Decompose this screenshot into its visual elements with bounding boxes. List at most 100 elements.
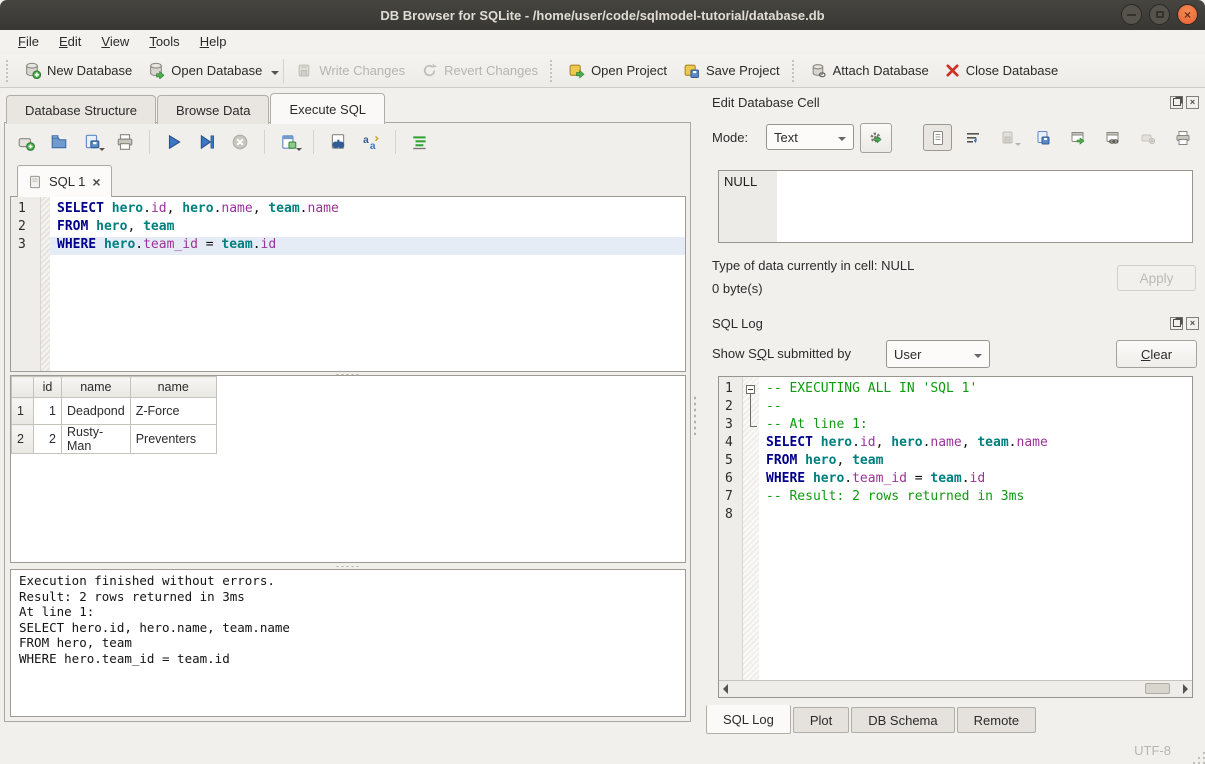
sql-tab-label: SQL 1 — [49, 174, 85, 189]
svg-text:a: a — [363, 135, 369, 146]
toolbar-handle[interactable] — [550, 60, 556, 82]
open-sql-file-button[interactable] — [46, 129, 72, 155]
cell-team-name[interactable]: Preventers — [130, 425, 216, 454]
log-filter-label: Show SQL submitted by — [712, 346, 851, 361]
text-mode-button[interactable] — [923, 124, 952, 151]
minimize-button[interactable] — [1121, 4, 1142, 25]
execute-line-button[interactable] — [194, 129, 220, 155]
attach-database-button[interactable]: Attach Database — [802, 58, 937, 83]
sql-document-tab[interactable]: SQL 1 × — [17, 165, 112, 197]
clear-log-button[interactable]: Clear — [1116, 340, 1197, 368]
toolbar-handle[interactable] — [6, 60, 12, 82]
fold-marker-icon[interactable] — [746, 385, 755, 394]
menu-file[interactable]: File — [8, 32, 49, 51]
tab-browse-data[interactable]: Browse Data — [157, 95, 269, 124]
mode-combobox[interactable]: Text — [766, 124, 854, 150]
open-project-label: Open Project — [591, 63, 667, 78]
tab-db-schema[interactable]: DB Schema — [851, 707, 954, 733]
save-project-button[interactable]: Save Project — [675, 58, 788, 83]
close-database-button[interactable]: Close Database — [937, 59, 1067, 82]
tab-plot[interactable]: Plot — [793, 707, 849, 733]
link-icon — [1105, 130, 1121, 146]
cell-value-editor[interactable]: NULL — [718, 170, 1193, 243]
print-button[interactable] — [112, 129, 138, 155]
line-number: 1 — [719, 381, 742, 399]
find-button[interactable] — [325, 129, 351, 155]
toolbar-handle[interactable] — [792, 60, 798, 82]
cell-hero-name[interactable]: Rusty-Man — [62, 425, 131, 454]
copy-link-button[interactable] — [1098, 124, 1127, 151]
log-filter-combobox[interactable]: User — [886, 340, 990, 368]
sql-editor[interactable]: 1 2 3 SELECT hero.id, hero.name, team.na… — [10, 196, 686, 372]
import-cell-icon — [1000, 130, 1016, 146]
format-sql-button[interactable] — [407, 129, 433, 155]
new-database-icon — [24, 62, 41, 79]
bottom-dock-tabs: SQL Log Plot DB Schema Remote — [706, 707, 1038, 734]
sql-log-title: SQL Log — [712, 316, 763, 331]
attach-database-label: Attach Database — [833, 63, 929, 78]
minimize-icon — [1127, 14, 1136, 16]
open-database-dropdown[interactable] — [271, 71, 279, 79]
scroll-left-icon[interactable] — [723, 684, 728, 694]
results-header-name2[interactable]: name — [130, 377, 216, 398]
autocomplete-button[interactable]: aa — [358, 129, 384, 155]
execution-status-box: Execution finished without errors. Resul… — [10, 569, 686, 717]
new-sql-tab-button[interactable] — [13, 129, 39, 155]
tab-execute-sql[interactable]: Execute SQL — [270, 93, 385, 124]
menu-help[interactable]: Help — [190, 32, 237, 51]
menu-view[interactable]: View — [91, 32, 139, 51]
close-icon: × — [1184, 9, 1191, 21]
log-line: FROM hero, team — [759, 453, 1192, 471]
encoding-indicator[interactable]: UTF-8 — [1134, 743, 1171, 758]
line-number: 1 — [11, 201, 40, 219]
results-header-id[interactable]: id — [34, 377, 62, 398]
float-dock-button[interactable] — [1170, 96, 1183, 109]
tab-sql-log[interactable]: SQL Log — [706, 705, 791, 734]
export-results-button[interactable] — [276, 129, 302, 155]
status-line: FROM hero, team — [19, 635, 677, 651]
new-database-button[interactable]: New Database — [16, 58, 140, 83]
export-results-dropdown[interactable] — [296, 148, 302, 154]
panel-splitter[interactable] — [693, 395, 697, 435]
row-header[interactable]: 1 — [12, 398, 34, 425]
scroll-right-icon[interactable] — [1183, 684, 1188, 694]
cell-id[interactable]: 2 — [34, 425, 62, 454]
sql-tab-close-icon[interactable]: × — [92, 175, 100, 189]
resize-grip[interactable] — [1198, 757, 1200, 759]
word-wrap-button[interactable] — [958, 124, 987, 151]
close-dock-button[interactable]: × — [1186, 96, 1199, 109]
save-sql-file-button[interactable] — [79, 129, 105, 155]
tab-remote[interactable]: Remote — [957, 707, 1037, 733]
menu-edit[interactable]: Edit — [49, 32, 91, 51]
row-header[interactable]: 2 — [12, 425, 34, 454]
save-sql-dropdown[interactable] — [99, 148, 105, 154]
cell-id[interactable]: 1 — [34, 398, 62, 425]
cell-hero-name[interactable]: Deadpond — [62, 398, 131, 425]
close-dock-button[interactable]: × — [1186, 317, 1199, 330]
cell-settings-button[interactable] — [860, 123, 892, 153]
open-external-button[interactable] — [1063, 124, 1092, 151]
open-database-button[interactable]: Open Database — [140, 58, 270, 83]
log-horizontal-scrollbar[interactable] — [719, 680, 1192, 697]
results-corner-header[interactable] — [12, 377, 34, 398]
menu-tools[interactable]: Tools — [139, 32, 189, 51]
close-button[interactable]: × — [1177, 4, 1198, 25]
export-cell-button[interactable] — [1028, 124, 1057, 151]
line-number: 2 — [11, 219, 40, 237]
title-bar: DB Browser for SQLite - /home/user/code/… — [0, 0, 1205, 30]
float-dock-button[interactable] — [1170, 317, 1183, 330]
open-project-button[interactable]: Open Project — [560, 58, 675, 83]
main-toolbar: New Database Open Database Write Changes… — [0, 54, 1205, 88]
scrollbar-thumb[interactable] — [1145, 683, 1170, 694]
print-cell-button[interactable] — [1168, 124, 1197, 151]
cell-team-name[interactable]: Z-Force — [130, 398, 216, 425]
tab-database-structure[interactable]: Database Structure — [6, 95, 156, 124]
results-header-name1[interactable]: name — [62, 377, 131, 398]
execute-all-button[interactable] — [161, 129, 187, 155]
set-null-button — [1133, 124, 1162, 151]
maximize-button[interactable] — [1149, 4, 1170, 25]
toolbar-separator — [264, 130, 265, 154]
log-line: -- — [759, 399, 1192, 417]
close-icon: × — [1190, 98, 1195, 107]
results-header-row: id name name — [12, 377, 217, 398]
